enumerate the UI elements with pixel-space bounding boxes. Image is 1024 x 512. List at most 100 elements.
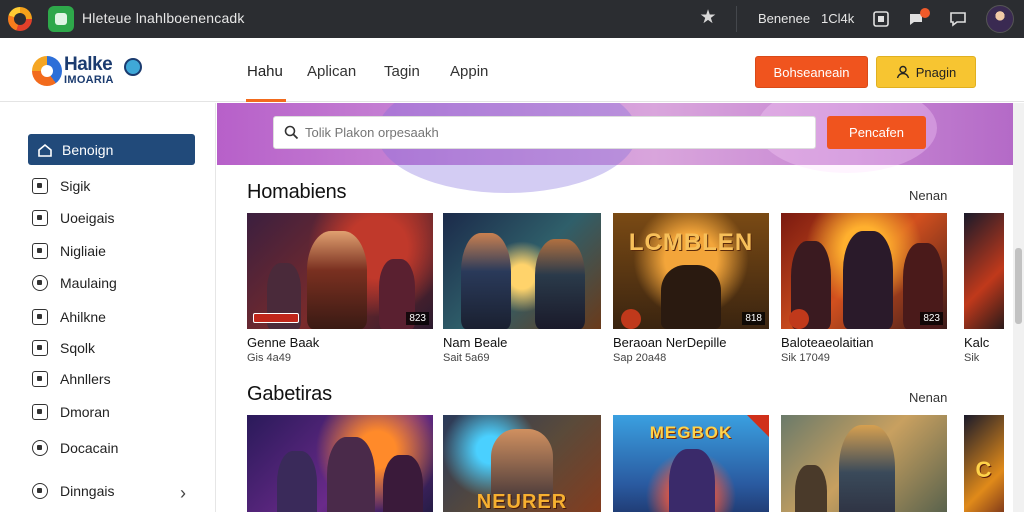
link-icon xyxy=(32,275,48,291)
search-field[interactable] xyxy=(273,116,816,149)
sidebar-item-7[interactable]: Ahnllers xyxy=(32,371,111,387)
sidebar-item-label: Uoeigais xyxy=(60,210,115,226)
nav-item-tags[interactable]: Tagin xyxy=(384,63,420,80)
game-thumbnail[interactable]: MEGBOK xyxy=(613,415,769,512)
login-button[interactable]: Pnagin xyxy=(876,56,976,88)
sidebar-item-active[interactable]: Benoign xyxy=(28,134,195,165)
nav-item-apps[interactable]: Aplican xyxy=(307,63,356,80)
sidebar-item-label: Dmoran xyxy=(60,404,110,420)
game-thumbnail[interactable] xyxy=(247,415,433,512)
nav-item-home[interactable]: Hahu xyxy=(247,63,283,80)
sidebar-item-10[interactable]: Dinngais xyxy=(32,483,114,499)
game-card[interactable]: 823 Genne Baak Gis 4a49 xyxy=(247,213,433,364)
user-avatar[interactable] xyxy=(986,5,1014,33)
game-card[interactable]: Nam Beale Sait 5a69 xyxy=(443,213,601,364)
sidebar-item-5[interactable]: Ahilkne xyxy=(32,309,106,325)
game-title[interactable]: Beraoan NerDepille xyxy=(613,335,769,350)
notification-badge xyxy=(920,8,930,18)
brand-globe-icon xyxy=(124,58,142,76)
primary-action-button[interactable]: Bohseaneain xyxy=(755,56,868,88)
sidebar-item-4[interactable]: Maulaing xyxy=(32,275,117,291)
search-button[interactable]: Pencafen xyxy=(827,116,926,149)
square-icon xyxy=(32,178,48,194)
sidebar-item-label: Ahnllers xyxy=(60,371,111,387)
game-headline: LCMBLEN xyxy=(628,229,754,256)
game-title[interactable]: Genne Baak xyxy=(247,335,433,350)
nav-item-appin[interactable]: Appin xyxy=(450,63,488,80)
game-title[interactable]: Kalc xyxy=(964,335,1004,350)
sidebar-item-3[interactable]: Nigliaie xyxy=(32,243,106,259)
game-thumbnail[interactable]: LCMBLEN 818 xyxy=(613,213,769,329)
game-thumbnail[interactable] xyxy=(781,415,947,512)
game-card[interactable]: NEURER xyxy=(443,415,601,512)
section-more-link[interactable]: Nenan xyxy=(909,188,947,203)
game-card[interactable] xyxy=(781,415,947,512)
scrollbar-thumb[interactable] xyxy=(1015,248,1022,324)
game-title[interactable]: Nam Beale xyxy=(443,335,601,350)
browser-toolbar: Hleteue lnahlboenencadk ★ Benenee 1Cl4k xyxy=(0,0,1024,38)
sidebar-item-label: Docacain xyxy=(60,440,119,456)
game-card[interactable]: LCMBLEN 818 Beraoan NerDepille Sap 20a48 xyxy=(613,213,769,364)
sidebar-item-8[interactable]: Dmoran xyxy=(32,404,110,420)
edit-icon xyxy=(32,243,48,259)
sidebar-item-1[interactable]: Sigik xyxy=(32,178,90,194)
main-content: Pencafen Homabiens Nenan 823 Genne Baak … xyxy=(217,103,1013,512)
sidebar-item-label: Dinngais xyxy=(60,483,115,499)
game-card[interactable]: C xyxy=(964,415,1004,512)
sidebar-item-9[interactable]: Docacain xyxy=(32,440,118,456)
chevron-right-icon[interactable]: › xyxy=(180,483,186,504)
play-icon xyxy=(32,210,48,226)
game-thumbnail[interactable] xyxy=(443,213,601,329)
search-button-label: Pencafen xyxy=(849,125,904,140)
game-thumbnail[interactable]: 823 xyxy=(781,213,947,329)
game-card[interactable]: 823 Baloteaeolaitian Sik 17049 xyxy=(781,213,947,364)
game-thumbnail[interactable] xyxy=(964,213,1004,329)
address-bar-text[interactable]: Hleteue lnahlboenencadk xyxy=(82,10,245,26)
app-tab-icon[interactable] xyxy=(48,6,74,32)
brand-logo-icon[interactable] xyxy=(32,56,62,86)
game-thumbnail[interactable]: NEURER xyxy=(443,415,601,512)
game-title[interactable]: Baloteaeolaitian xyxy=(781,335,947,350)
bookmark-star-icon[interactable]: ★ xyxy=(696,6,720,30)
sidebar: Benoign Sigik Uoeigais Nigliaie Maulaing… xyxy=(0,103,216,512)
search-input[interactable] xyxy=(305,125,785,140)
game-meta: Gis 4a49 xyxy=(247,352,292,364)
game-thumbnail[interactable]: C xyxy=(964,415,1004,512)
video-duration: 823 xyxy=(920,312,943,325)
toolbar-divider xyxy=(736,6,737,32)
user-icon xyxy=(896,65,909,79)
calendar-icon[interactable] xyxy=(871,9,891,29)
section-title: Gabetiras xyxy=(247,383,332,405)
video-duration: 818 xyxy=(742,312,765,325)
gear-icon xyxy=(32,440,48,456)
nav-active-indicator xyxy=(246,99,286,102)
search-icon xyxy=(284,125,299,140)
game-headline: MEGBOK xyxy=(649,423,733,442)
video-duration: 823 xyxy=(406,312,429,325)
site-header: Halke IMOARIA Hahu Aplican Tagin Appin B… xyxy=(0,38,1024,102)
sidebar-item-label: Nigliaie xyxy=(60,243,106,259)
brand-name[interactable]: Halke xyxy=(64,55,113,74)
game-meta: Sik 17049 xyxy=(781,352,830,364)
chat-icon[interactable] xyxy=(948,9,968,29)
sidebar-item-6[interactable]: Sqolk xyxy=(32,340,95,356)
sidebar-item-label: Sqolk xyxy=(60,340,96,356)
browser-logo-icon[interactable] xyxy=(8,7,32,31)
sidebar-item-label: Benoign xyxy=(62,141,114,158)
sidebar-item-label: Sigik xyxy=(60,178,91,194)
window-icon xyxy=(32,340,48,356)
game-thumbnail[interactable]: 823 xyxy=(247,213,433,329)
sidebar-item-label: Ahilkne xyxy=(60,309,106,325)
game-card[interactable] xyxy=(247,415,433,512)
game-card[interactable]: Kalc Sik xyxy=(964,213,1004,364)
game-headline: NEURER xyxy=(476,491,568,512)
game-meta: Sik xyxy=(964,352,980,364)
game-meta: Sap 20a48 xyxy=(613,352,667,364)
sidebar-item-2[interactable]: Uoeigais xyxy=(32,210,114,226)
section-more-link[interactable]: Nenan xyxy=(909,390,947,405)
game-card[interactable]: MEGBOK xyxy=(613,415,769,512)
toolbar-menu-text[interactable]: Benenee xyxy=(758,11,810,26)
login-label: Pnagin xyxy=(915,64,957,80)
game-headline: C xyxy=(975,457,993,482)
toolbar-clock-text: 1Cl4k xyxy=(821,11,855,26)
